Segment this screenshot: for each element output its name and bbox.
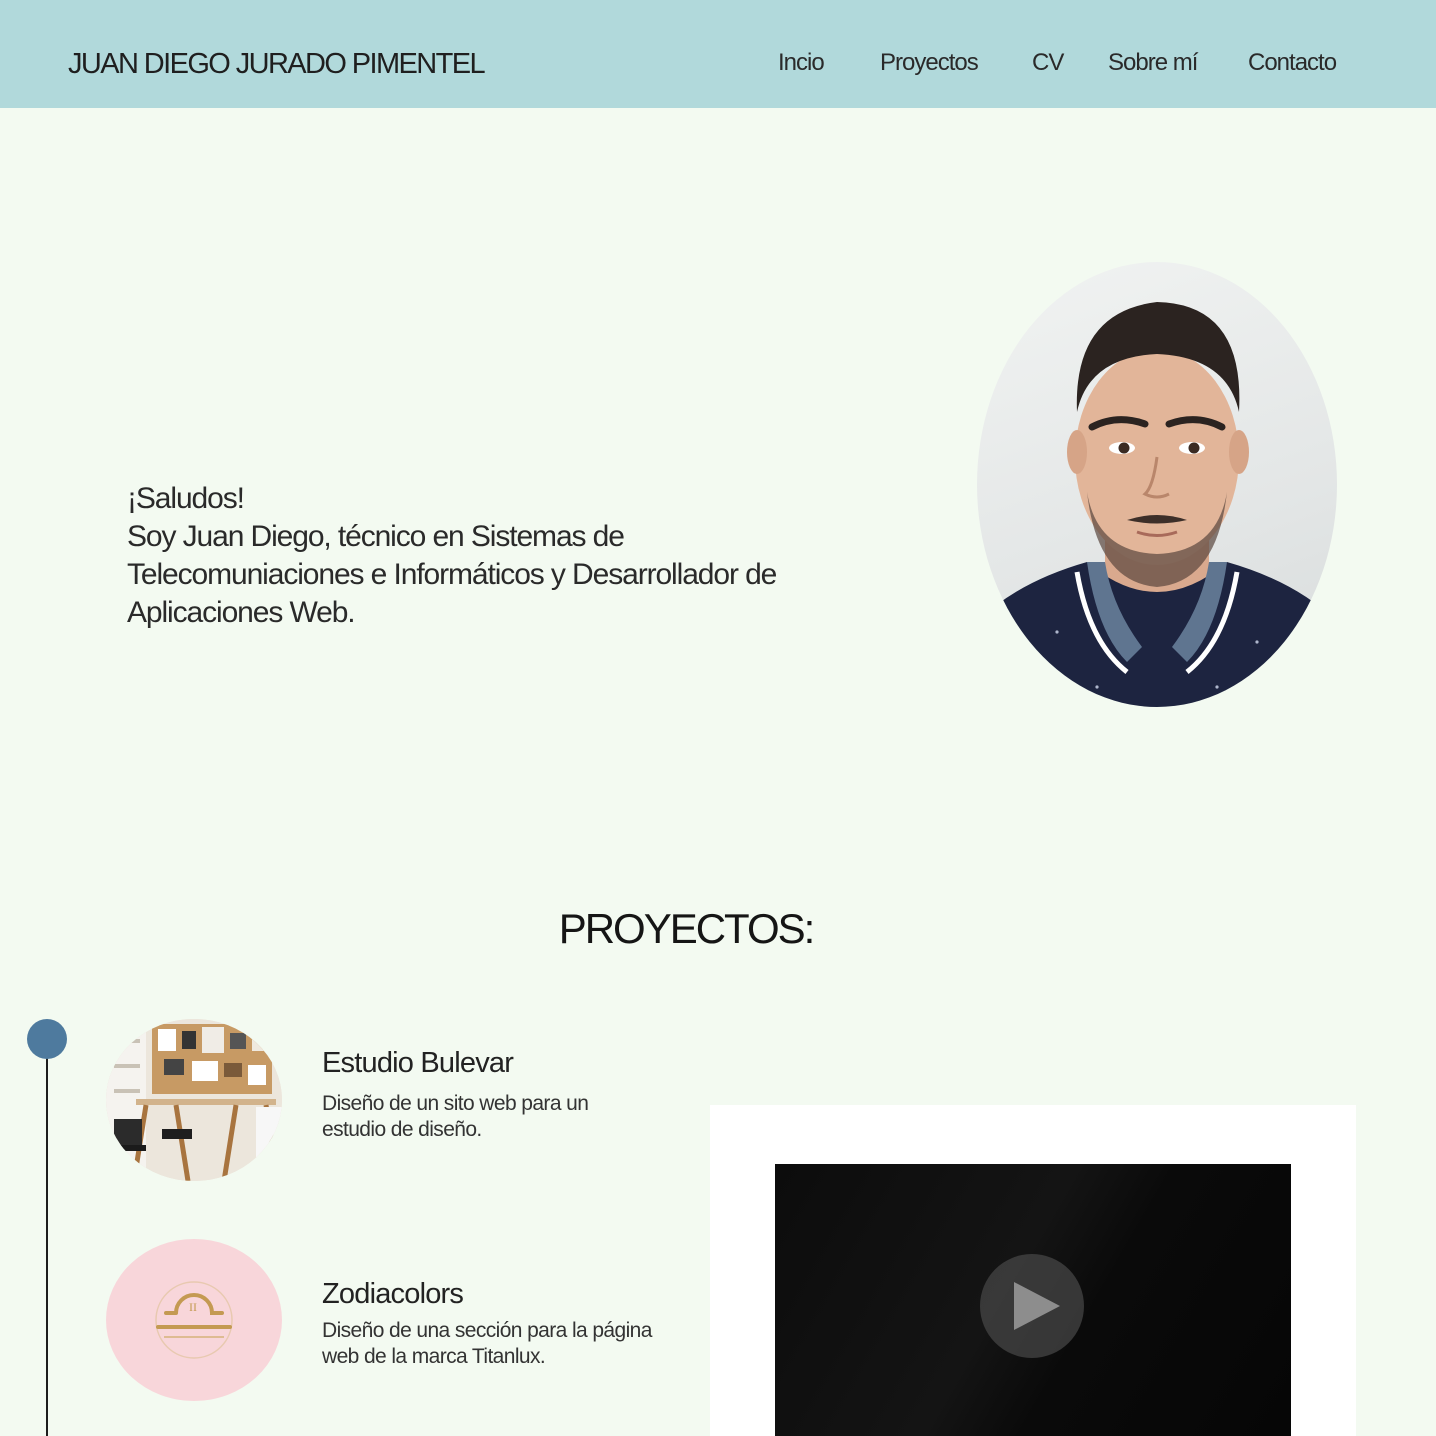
project-title-zodiacolors[interactable]: Zodiacolors <box>322 1276 464 1312</box>
intro-text: ¡Saludos! Soy Juan Diego, técnico en Sis… <box>127 480 867 632</box>
libra-zodiac-icon: II <box>155 1281 233 1359</box>
video-player[interactable] <box>775 1164 1291 1436</box>
intro-line: Soy Juan Diego, técnico en Sistemas de <box>127 520 625 553</box>
nav-link-inicio[interactable]: Incio <box>778 46 825 80</box>
project-description-line: estudio de diseño. <box>322 1118 482 1141</box>
project-thumbnail-zodiacolors[interactable]: II <box>106 1239 282 1401</box>
project-description-line: web de la marca Titanlux. <box>322 1345 546 1368</box>
nav-link-contacto[interactable]: Contacto <box>1248 46 1337 80</box>
project-description-line: Diseño de un sito web para un <box>322 1092 589 1115</box>
site-header: JUAN DIEGO JURADO PIMENTEL Incio Proyect… <box>0 0 1436 108</box>
nav-link-sobre-mi[interactable]: Sobre mí <box>1108 46 1198 80</box>
project-description-line: Diseño de una sección para la página <box>322 1319 652 1342</box>
project-description-zodiacolors: Diseño de una sección para la página web… <box>322 1318 682 1370</box>
timeline-line <box>46 1040 48 1436</box>
nav-link-cv[interactable]: CV <box>1032 46 1064 80</box>
projects-heading: PROYECTOS: <box>558 905 816 952</box>
studio-desk-illustration <box>106 1019 282 1181</box>
portrait-illustration <box>977 302 1337 707</box>
project-thumbnail-estudio-bulevar[interactable] <box>106 1019 282 1181</box>
play-icon <box>1014 1282 1060 1330</box>
svg-text:II: II <box>189 1300 197 1314</box>
intro-greeting: ¡Saludos! <box>127 482 245 515</box>
site-title[interactable]: JUAN DIEGO JURADO PIMENTEL <box>68 44 486 84</box>
timeline-dot <box>27 1019 67 1059</box>
project-description-estudio-bulevar: Diseño de un sito web para un estudio de… <box>322 1091 682 1143</box>
intro-line: Telecomuniaciones e Informáticos y Desar… <box>127 558 777 591</box>
nav-link-proyectos[interactable]: Proyectos <box>880 46 979 80</box>
project-title-estudio-bulevar[interactable]: Estudio Bulevar <box>322 1045 514 1081</box>
profile-photo <box>977 262 1337 707</box>
play-button[interactable] <box>980 1254 1084 1358</box>
intro-line: Aplicaciones Web. <box>127 596 356 629</box>
